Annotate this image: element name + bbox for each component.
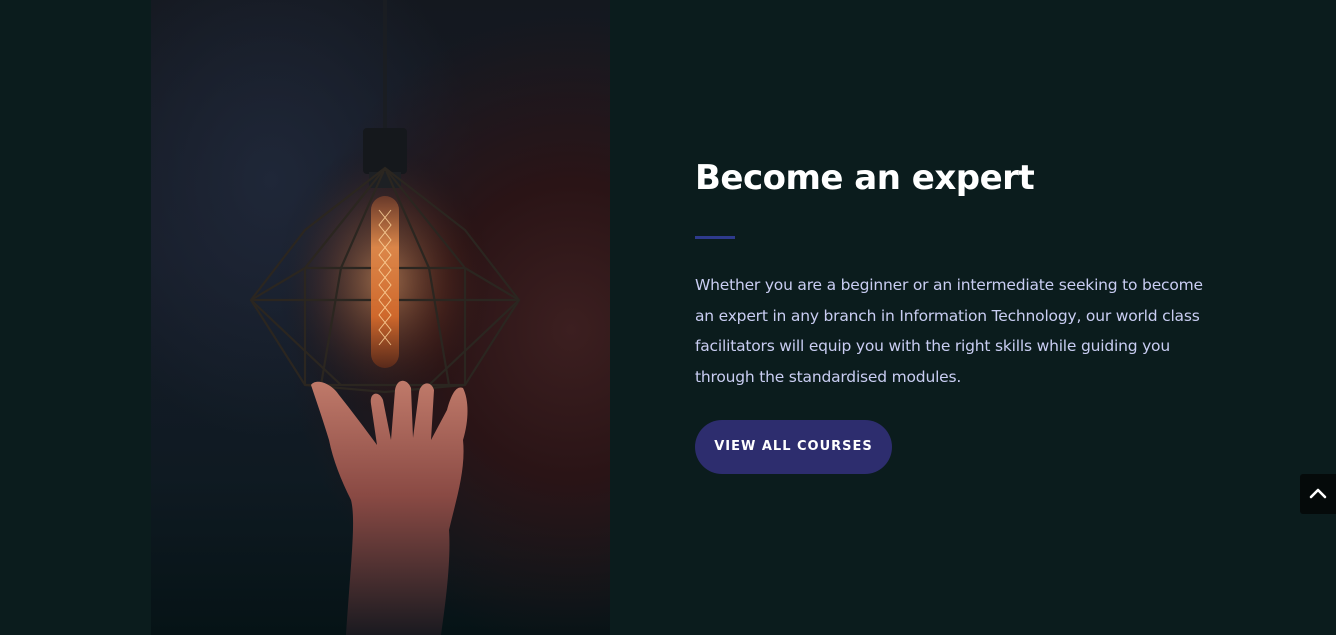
hero-heading: Become an expert <box>695 158 1035 198</box>
chevron-up-icon <box>1309 488 1327 499</box>
heading-divider <box>695 236 735 239</box>
lamp-in-hand-photo <box>151 0 610 635</box>
view-all-courses-button[interactable]: VIEW ALL COURSES <box>695 420 892 474</box>
lamp-illustration <box>249 0 521 635</box>
scroll-to-top-button[interactable] <box>1300 474 1336 514</box>
hero-section: Become an expert Whether you are a begin… <box>0 0 1336 635</box>
hero-description: Whether you are a beginner or an interme… <box>695 276 1203 387</box>
